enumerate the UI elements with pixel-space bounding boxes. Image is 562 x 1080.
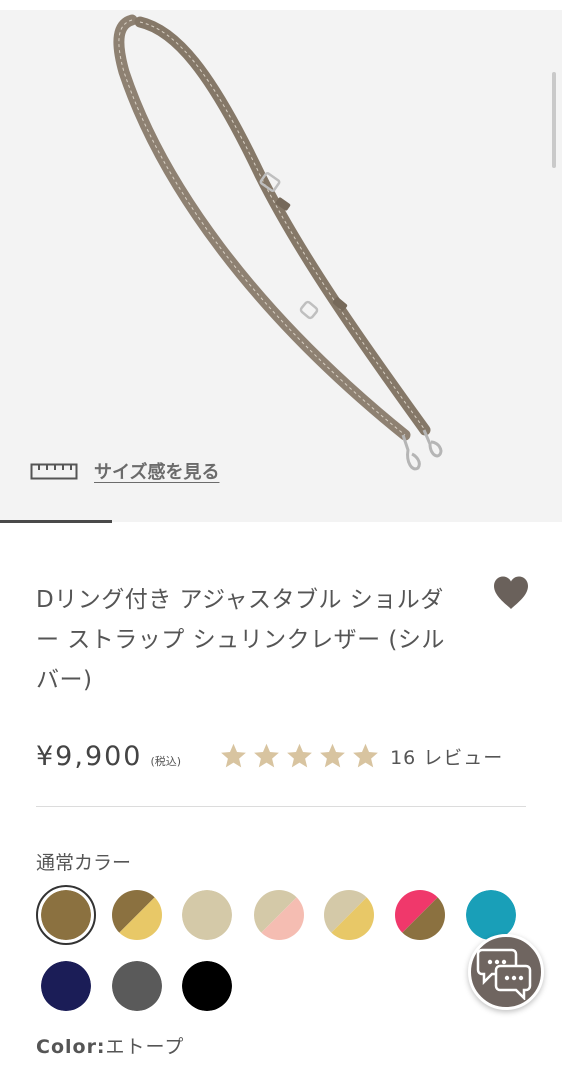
- ruler-icon: [30, 463, 78, 480]
- color-swatch-beige-yellow[interactable]: [324, 890, 374, 940]
- size-guide-label: サイズ感を見る: [94, 462, 220, 483]
- color-swatch-etoupe[interactable]: [41, 890, 91, 940]
- chat-button[interactable]: [468, 934, 544, 1010]
- selected-color-value: エトープ: [105, 1036, 185, 1058]
- chat-bubbles-icon: [476, 948, 532, 1000]
- strap-image: [113, 14, 443, 471]
- scrollbar[interactable]: [552, 72, 556, 168]
- color-swatch-black[interactable]: [182, 961, 232, 1011]
- color-swatch-gray[interactable]: [112, 961, 162, 1011]
- rating-stars[interactable]: [219, 742, 380, 770]
- color-swatch-beige-pink[interactable]: [254, 890, 304, 940]
- heart-icon[interactable]: [492, 575, 530, 611]
- star-icon: [320, 743, 345, 768]
- product-image-area[interactable]: サイズ感を見る: [0, 10, 562, 522]
- selected-color-key: Color:: [36, 1036, 106, 1058]
- color-swatch-pink-etoupe[interactable]: [395, 890, 445, 940]
- color-swatch-navy[interactable]: [41, 961, 91, 1011]
- star-icon: [221, 743, 246, 768]
- divider: [36, 806, 526, 807]
- product-price: ¥9,900: [36, 740, 143, 772]
- review-count-link[interactable]: 16 レビュー: [390, 743, 503, 770]
- star-icon: [287, 743, 312, 768]
- color-swatch-turquoise[interactable]: [466, 890, 516, 940]
- star-icon: [353, 743, 378, 768]
- tax-note: (税込): [150, 755, 182, 768]
- color-swatch-beige[interactable]: [182, 890, 232, 940]
- product-title: Dリング付き アジャスタブル ショルダー ストラップ シュリンクレザー (シルバ…: [36, 587, 445, 693]
- star-icon: [254, 743, 279, 768]
- color-section-heading: 通常カラー: [36, 852, 132, 874]
- size-guide-link[interactable]: サイズ感を見る: [30, 456, 219, 486]
- color-swatch-etoupe-yellow[interactable]: [112, 890, 162, 940]
- price-rating-row: ¥9,900 (税込) 16 レビュー: [36, 736, 526, 776]
- image-carousel-indicator: [0, 520, 112, 523]
- selected-color-label: Color:エトープ: [36, 1032, 184, 1059]
